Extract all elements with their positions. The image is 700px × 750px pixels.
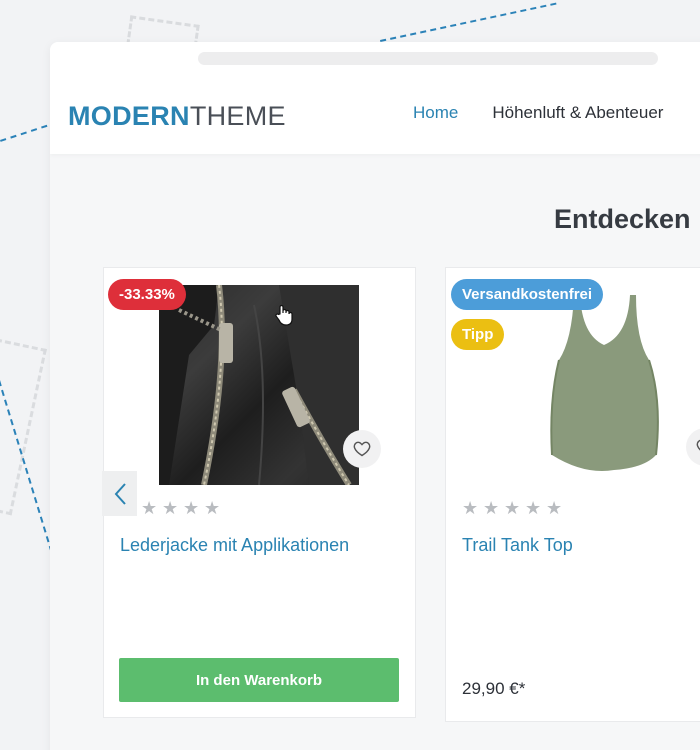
main-navigation: Home Höhenluft & Abenteuer — [413, 103, 663, 123]
address-bar[interactable] — [198, 52, 658, 65]
site-header: MODERNTHEME Home Höhenluft & Abenteuer — [50, 42, 700, 154]
rating-stars: ★ ★ ★ ★ — [141, 498, 221, 518]
product-image[interactable] — [159, 285, 359, 485]
star-icon: ★ — [204, 498, 221, 518]
hand-cursor-icon — [275, 304, 293, 326]
decorative-dashed-line — [380, 2, 557, 42]
product-name[interactable]: Lederjacke mit Applikationen — [120, 535, 349, 556]
logo-part-modern: MODERN — [68, 101, 190, 131]
wishlist-button[interactable] — [343, 430, 381, 468]
nav-item-adventure[interactable]: Höhenluft & Abenteuer — [492, 103, 663, 123]
product-card[interactable]: -33.33% ★ ★ ★ ★ Lederjacke mit Applikati… — [103, 267, 416, 718]
site-logo[interactable]: MODERNTHEME — [68, 101, 286, 132]
discount-badge: -33.33% — [108, 279, 186, 310]
star-icon: ★ — [462, 498, 479, 518]
star-icon: ★ — [504, 498, 521, 518]
star-icon: ★ — [525, 498, 542, 518]
add-to-cart-button[interactable]: In den Warenkorb — [119, 658, 399, 702]
logo-part-theme: THEME — [189, 101, 286, 131]
section-title: Entdecken — [554, 204, 691, 234]
star-icon: ★ — [483, 498, 500, 518]
heart-icon — [353, 441, 371, 457]
decorative-dashed-frame — [0, 334, 47, 516]
free-shipping-badge: Versandkostenfrei — [451, 279, 604, 310]
chevron-left-icon — [114, 482, 126, 505]
product-name[interactable]: Trail Tank Top — [462, 535, 573, 556]
star-icon: ★ — [546, 498, 563, 518]
rating-stars: ★ ★ ★ ★ ★ — [462, 498, 563, 518]
product-price: 29,90 €* — [462, 679, 526, 698]
product-card[interactable]: Versandkostenfrei Tipp ★ ★ ★ ★ ★ Trail T… — [445, 267, 700, 722]
slider-prev-button[interactable] — [102, 471, 137, 516]
star-icon: ★ — [183, 498, 200, 518]
wishlist-button[interactable] — [686, 428, 700, 466]
heart-icon — [696, 439, 700, 451]
tip-badge: Tipp — [451, 319, 505, 350]
star-icon: ★ — [141, 498, 158, 518]
product-image[interactable] — [544, 290, 664, 480]
browser-window: MODERNTHEME Home Höhenluft & Abenteuer E… — [50, 42, 700, 750]
star-icon: ★ — [162, 498, 179, 518]
nav-item-home[interactable]: Home — [413, 103, 458, 123]
